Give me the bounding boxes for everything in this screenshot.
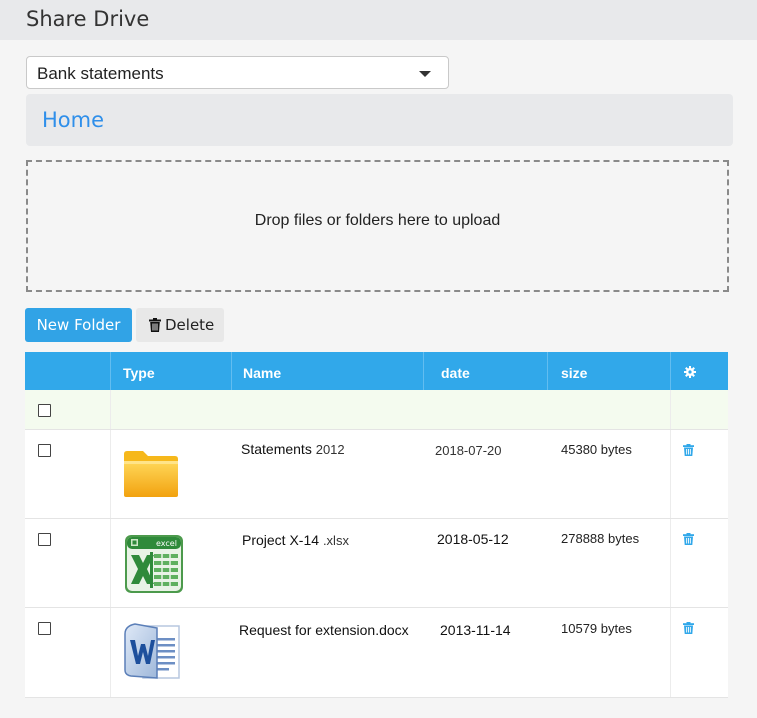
gear-icon[interactable] [684,366,696,378]
column-header-name[interactable]: Name [243,365,281,381]
table-row[interactable]: excel Project X-14 .xlsx 2018-05-12 2788… [25,519,728,608]
column-header-date[interactable]: date [441,365,470,381]
file-name-text: Statements [241,441,312,457]
word-file-icon [124,623,180,679]
column-divider [670,608,671,697]
header-divider [423,352,424,390]
row-checkbox[interactable] [38,444,51,457]
file-size: 10579 bytes [561,621,632,636]
upload-dropzone[interactable]: Drop files or folders here to upload [26,160,729,292]
file-date: 2018-05-12 [437,531,509,547]
file-name[interactable]: Project X-14 .xlsx [242,532,349,548]
file-size: 278888 bytes [561,531,640,546]
file-name-text: Project X-14 [242,532,320,548]
drive-select-value: Bank statements [37,64,164,83]
header-divider [670,352,671,390]
header-divider [110,352,111,390]
file-name-text: Request for extension.docx [239,622,409,638]
column-divider [670,519,671,607]
breadcrumb-home-link[interactable]: Home [42,108,104,132]
row-checkbox[interactable] [38,533,51,546]
delete-button[interactable]: Delete [136,308,224,342]
drive-select[interactable]: Bank statements [26,56,449,89]
header-divider [231,352,232,390]
row-checkbox[interactable] [38,622,51,635]
column-divider [110,519,111,607]
trash-icon[interactable] [683,622,694,634]
file-name[interactable]: Request for extension.docx [239,622,409,638]
trash-icon[interactable] [683,533,694,545]
folder-icon [124,451,178,497]
file-table: Type Name date size Statements 2012 2018… [25,352,728,698]
breadcrumb: Home [26,94,733,146]
trash-icon[interactable] [683,444,694,456]
header-divider [547,352,548,390]
table-row[interactable]: Request for extension.docx 2013-11-14 10… [25,608,728,698]
file-ext: 2012 [315,442,345,457]
file-date: 2018-07-20 [435,443,502,458]
column-divider [670,390,671,429]
excel-icon-label: excel [156,539,177,548]
column-header-size[interactable]: size [561,365,587,381]
column-divider [110,430,111,518]
excel-file-icon: excel [125,535,183,593]
file-ext: .xlsx [322,533,349,548]
app-header: Share Drive [0,0,757,40]
trash-icon [149,318,161,332]
table-header: Type Name date size [25,352,728,390]
column-divider [110,608,111,697]
new-folder-button[interactable]: New Folder [25,308,132,342]
column-divider [110,390,111,429]
file-size: 45380 bytes [561,442,632,457]
chevron-down-icon [419,71,431,77]
app-title: Share Drive [26,7,150,31]
select-all-checkbox[interactable] [38,404,51,417]
file-name[interactable]: Statements 2012 [241,441,345,457]
table-row[interactable]: Statements 2012 2018-07-20 45380 bytes [25,430,728,519]
file-date: 2013-11-14 [440,622,511,638]
dropzone-text: Drop files or folders here to upload [254,212,501,229]
delete-button-label: Delete [165,316,215,334]
column-divider [670,430,671,518]
column-header-type[interactable]: Type [123,365,155,381]
select-all-row [25,390,728,430]
